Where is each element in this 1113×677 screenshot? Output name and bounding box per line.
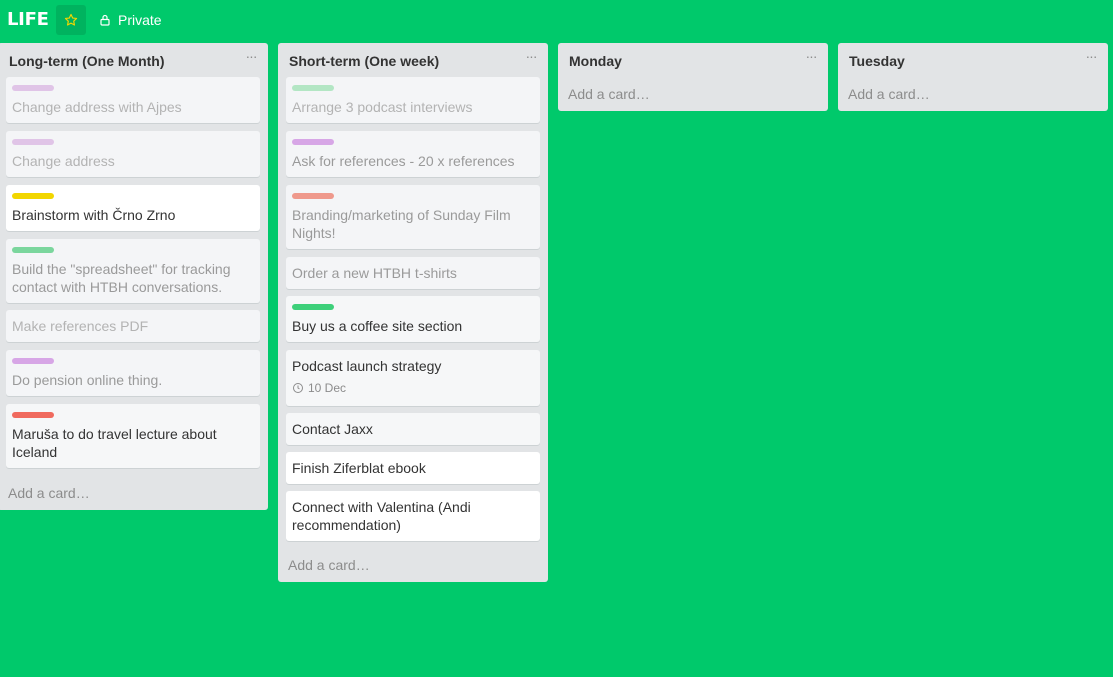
list-menu-icon[interactable]: ··· (1082, 49, 1100, 67)
card-title: Brainstorm with Črno Zrno (12, 207, 176, 223)
card[interactable]: Do pension online thing. (6, 350, 260, 396)
list-title[interactable]: Short-term (One week) (289, 53, 439, 69)
card-label (292, 304, 334, 310)
list-monday: Monday ··· Add a card… (558, 43, 828, 111)
card-label (12, 85, 54, 91)
card[interactable]: Brainstorm with Črno Zrno (6, 185, 260, 231)
star-button[interactable] (56, 5, 86, 35)
card[interactable]: Finish Ziferblat ebook (286, 452, 540, 484)
card[interactable]: Ask for references - 20 x references (286, 131, 540, 177)
card-label (292, 193, 334, 199)
card[interactable]: Build the "spreadsheet" for tracking con… (6, 239, 260, 303)
card[interactable]: Arrange 3 podcast interviews (286, 77, 540, 123)
list-header: Short-term (One week) ··· (278, 43, 548, 77)
add-card-link[interactable]: Add a card… (8, 485, 90, 501)
due-date: 10 Dec (308, 381, 347, 395)
card-title: Do pension online thing. (12, 372, 163, 388)
card-title: Maruša to do travel lecture about Icelan… (12, 426, 217, 460)
card[interactable]: Change address with Ajpes (6, 77, 260, 123)
card-title: Finish Ziferblat ebook (292, 460, 426, 476)
list-title[interactable]: Long-term (One Month) (9, 53, 165, 69)
card-title: Order a new HTBH t-shirts (292, 265, 457, 281)
card-title: Contact Jaxx (292, 421, 373, 437)
card[interactable]: Change address (6, 131, 260, 177)
card-title: Branding/marketing of Sunday Film Nights… (292, 207, 511, 241)
list-menu-icon[interactable]: ··· (242, 49, 260, 67)
card-title: Arrange 3 podcast interviews (292, 99, 473, 115)
add-card-link[interactable]: Add a card… (568, 86, 650, 102)
card-label (12, 139, 54, 145)
privacy-button[interactable]: Private (99, 11, 162, 29)
card-title: Build the "spreadsheet" for tracking con… (12, 261, 231, 295)
clock-icon (293, 383, 303, 393)
card-label (292, 85, 334, 91)
card-title: Change address with Ajpes (12, 99, 182, 115)
board-header: LIFE Private (0, 0, 1113, 40)
list-title[interactable]: Monday (569, 53, 622, 69)
list-header: Long-term (One Month) ··· (0, 43, 268, 77)
card-label (12, 358, 54, 364)
card[interactable]: Connect with Valentina (Andi recommendat… (286, 491, 540, 541)
card-label (292, 139, 334, 145)
list-long-term: Long-term (One Month) ··· Change address… (0, 43, 268, 510)
card-label (12, 247, 54, 253)
card[interactable]: Podcast launch strategy 10 Dec (286, 350, 540, 406)
due-date-badge: 10 Dec (292, 381, 346, 395)
card[interactable]: Maruša to do travel lecture about Icelan… (6, 404, 260, 468)
card[interactable]: Make references PDF (6, 310, 260, 342)
list-menu-icon[interactable]: ··· (522, 49, 540, 67)
card-label (12, 412, 54, 418)
card-title: Ask for references - 20 x references (292, 153, 515, 169)
card-title: Make references PDF (12, 318, 149, 334)
card-title: Podcast launch strategy (292, 358, 442, 374)
card-title: Change address (12, 153, 115, 169)
privacy-label: Private (118, 12, 162, 28)
card-label (12, 193, 54, 199)
list-tuesday: Tuesday ··· Add a card… (838, 43, 1108, 111)
list-short-term: Short-term (One week) ··· Arrange 3 podc… (278, 43, 548, 582)
add-card-link[interactable]: Add a card… (848, 86, 930, 102)
list-header: Tuesday ··· (838, 43, 1108, 77)
list-menu-icon[interactable]: ··· (802, 49, 820, 67)
card[interactable]: Contact Jaxx (286, 413, 540, 445)
lock-icon (100, 14, 110, 26)
list-title[interactable]: Tuesday (849, 53, 905, 69)
add-card-link[interactable]: Add a card… (288, 557, 370, 573)
list-header: Monday ··· (558, 43, 828, 77)
card[interactable]: Order a new HTBH t-shirts (286, 257, 540, 289)
star-icon (64, 13, 78, 26)
card[interactable]: Buy us a coffee site section (286, 296, 540, 342)
card-title: Buy us a coffee site section (292, 318, 463, 334)
board-title[interactable]: LIFE (7, 9, 49, 30)
card[interactable]: Branding/marketing of Sunday Film Nights… (286, 185, 540, 249)
card-title: Connect with Valentina (Andi recommendat… (292, 499, 471, 533)
